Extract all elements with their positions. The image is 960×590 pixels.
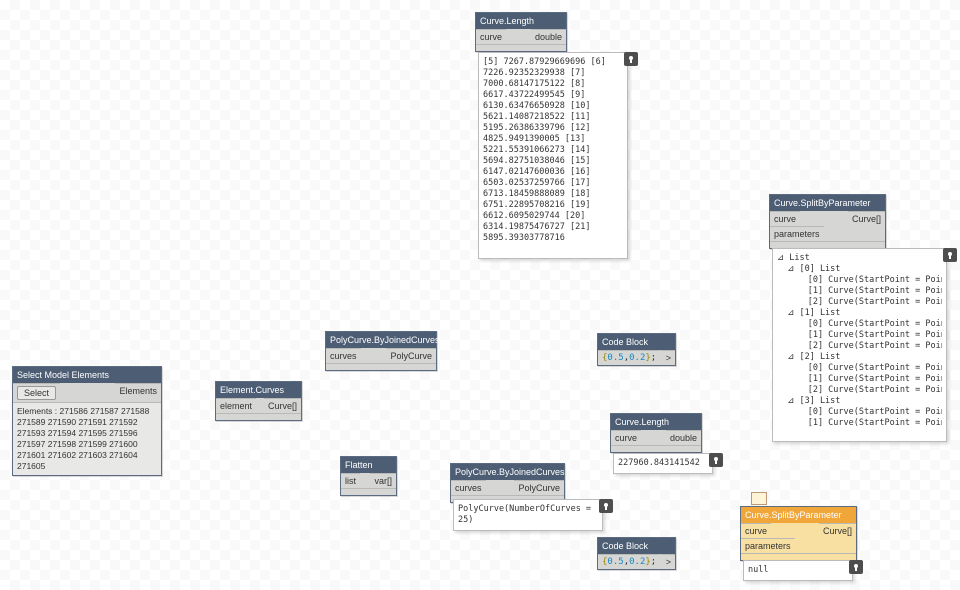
input-port[interactable]: list — [341, 473, 360, 488]
watch-curve-length-upper: [5] 7267.87929669696 [6] 7226.9235232993… — [478, 52, 628, 259]
node-curve-split-lower[interactable]: Curve.SplitByParameter curve Curve[] para… — [740, 506, 857, 561]
pin-icon[interactable] — [709, 453, 723, 467]
watch-curve-length-lower: 227960.843141542 — [613, 453, 713, 474]
node-element-curves[interactable]: Element.Curves element Curve[] — [215, 381, 302, 421]
output-port[interactable]: Curve[] — [819, 523, 856, 538]
graph-canvas[interactable]: { "nodes": { "select": { "title": "Selec… — [0, 0, 960, 590]
node-curve-length-lower[interactable]: Curve.Length curve double — [610, 413, 702, 453]
output-port[interactable]: > — [661, 350, 675, 365]
code-text[interactable]: {0.5,0.2}; — [598, 350, 660, 365]
node-flatten[interactable]: Flatten list var[] — [340, 456, 397, 496]
output-port[interactable]: > — [661, 554, 675, 569]
input-port[interactable]: curve — [611, 430, 641, 445]
node-header: Code Block — [598, 334, 675, 350]
pin-icon[interactable] — [849, 560, 863, 574]
output-port[interactable]: var[] — [370, 473, 396, 488]
node-header: Element.Curves — [216, 382, 301, 398]
node-header: Curve.SplitByParameter — [741, 507, 856, 523]
select-button[interactable]: Select — [17, 386, 56, 400]
output-port[interactable]: Elements — [115, 383, 161, 402]
node-header: PolyCurve.ByJoinedCurves — [451, 464, 564, 480]
wires-layer — [0, 0, 300, 150]
output-port[interactable]: PolyCurve — [386, 348, 436, 363]
node-polycurve-upper[interactable]: PolyCurve.ByJoinedCurves curves PolyCurve — [325, 331, 437, 371]
node-header: Curve.Length — [476, 13, 566, 29]
warning-badge-icon[interactable] — [751, 492, 767, 505]
output-port[interactable]: PolyCurve — [514, 480, 564, 495]
node-polycurve-lower[interactable]: PolyCurve.ByJoinedCurves curves PolyCurve — [450, 463, 565, 503]
watch-polycurve-lower: PolyCurve(NumberOfCurves = 25) — [453, 499, 603, 531]
input-port[interactable]: parameters — [741, 538, 795, 553]
node-curve-split-upper[interactable]: Curve.SplitByParameter curve Curve[] para… — [769, 194, 886, 249]
node-code-block-upper[interactable]: Code Block {0.5,0.2};> — [597, 333, 676, 366]
node-header: Curve.Length — [611, 414, 701, 430]
input-port[interactable]: curve — [476, 29, 506, 44]
node-header: Flatten — [341, 457, 396, 473]
output-port[interactable]: Curve[] — [848, 211, 885, 226]
output-port[interactable]: Curve[] — [264, 398, 301, 413]
node-header: Select Model Elements — [13, 367, 161, 383]
watch-curve-split-lower: null — [743, 560, 853, 581]
node-code-block-lower[interactable]: Code Block {0.5,0.2};> — [597, 537, 676, 570]
input-port[interactable]: curves — [451, 480, 486, 495]
node-curve-length-upper[interactable]: Curve.Length curve double — [475, 12, 567, 52]
output-port[interactable]: double — [531, 29, 566, 44]
input-port[interactable]: curve — [741, 523, 771, 538]
node-header: Curve.SplitByParameter — [770, 195, 885, 211]
pin-icon[interactable] — [943, 248, 957, 262]
output-port[interactable]: double — [666, 430, 701, 445]
pin-icon[interactable] — [624, 52, 638, 66]
node-select-model-elements[interactable]: Select Model Elements Select Elements Ele… — [12, 366, 162, 476]
input-port[interactable]: element — [216, 398, 256, 413]
node-header: PolyCurve.ByJoinedCurves — [326, 332, 436, 348]
pin-icon[interactable] — [599, 499, 613, 513]
selection-list: Elements : 271586 271587 271588 271589 2… — [13, 402, 161, 475]
node-header: Code Block — [598, 538, 675, 554]
code-text[interactable]: {0.5,0.2}; — [598, 554, 660, 569]
input-port[interactable]: curves — [326, 348, 361, 363]
watch-curve-split-upper: ⊿ List ⊿ [0] List [0] Curve(StartPoint =… — [772, 248, 947, 442]
input-port[interactable]: curve — [770, 211, 800, 226]
input-port[interactable]: parameters — [770, 226, 824, 241]
